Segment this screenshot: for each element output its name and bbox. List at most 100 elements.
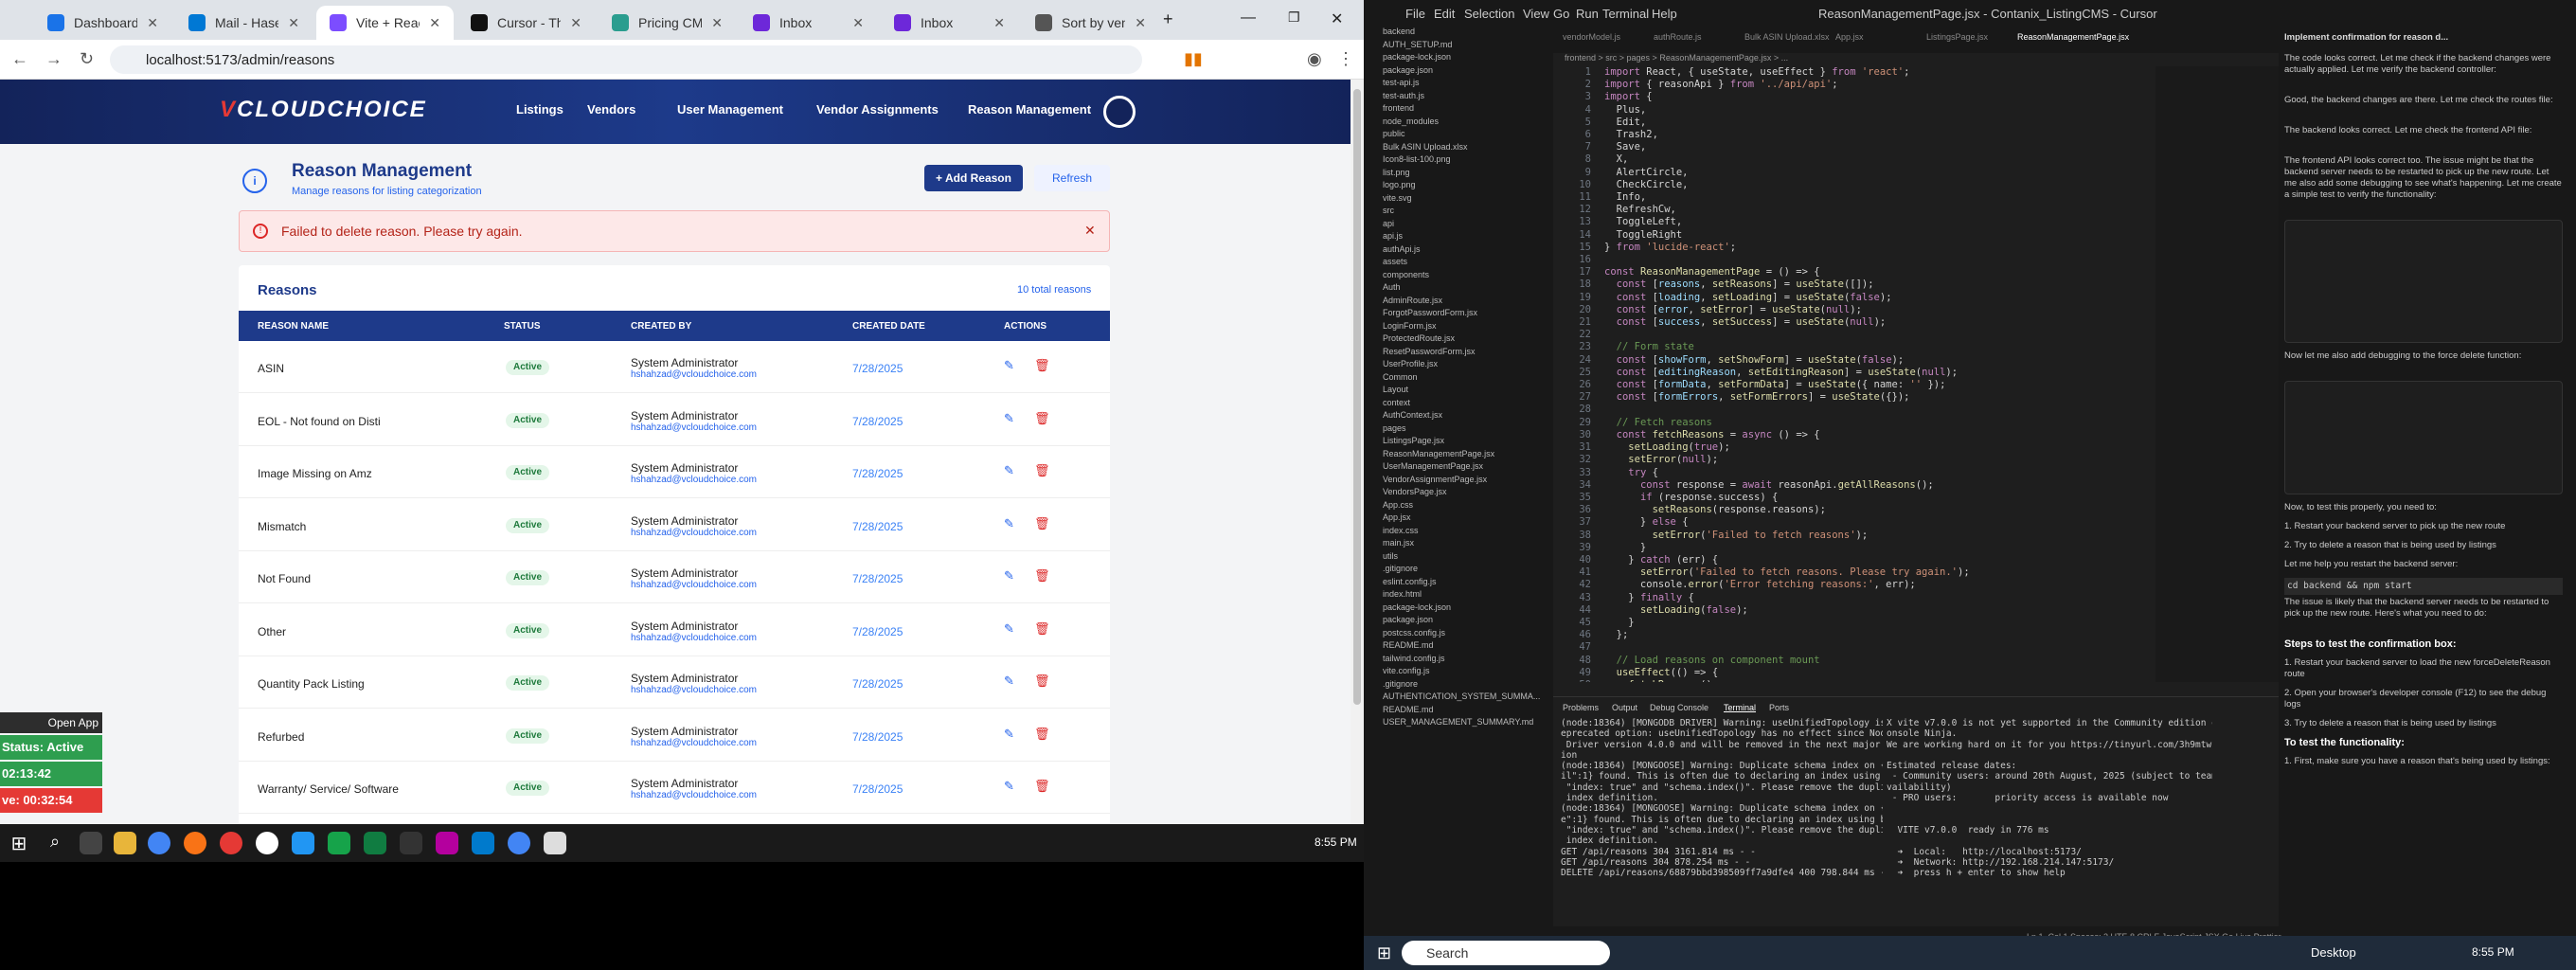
explorer-item[interactable]: eslint.config.js [1364,577,1553,590]
app-icon[interactable] [184,832,206,854]
explorer-item[interactable]: frontend [1364,103,1553,117]
vscode-icon[interactable] [472,832,494,854]
tab-cursor[interactable]: Cursor - The A✕ [457,6,595,40]
explorer-item[interactable]: VendorAssignmentPage.jsx [1364,475,1553,488]
explorer-item[interactable]: App.css [1364,500,1553,513]
reload-button[interactable]: ↻ [80,49,94,69]
explorer-item[interactable]: README.md [1364,705,1553,718]
tab-mail[interactable]: Mail - Haseeb✕ [175,6,313,40]
search-icon[interactable]: ⌕ [44,832,66,854]
app-icon[interactable] [256,832,278,854]
editor-tab[interactable]: App.jsx [1835,32,1864,42]
app-icon[interactable] [544,832,566,854]
delete-icon[interactable]: 🗑 [1034,674,1050,689]
explorer-item[interactable]: AdminRoute.jsx [1364,296,1553,309]
excel-icon[interactable] [364,832,386,854]
close-icon[interactable]: ✕ [993,15,1005,31]
edit-icon[interactable]: ✎ [1004,463,1014,478]
taskbar-search[interactable]: Search [1402,941,1610,965]
app-icon[interactable] [436,832,458,854]
refresh-button[interactable]: Refresh [1034,165,1110,191]
explorer-item[interactable]: main.jsx [1364,538,1553,551]
explorer-item[interactable]: utils [1364,551,1553,565]
menu-run[interactable]: Run [1576,7,1599,21]
menu-go[interactable]: Go [1553,7,1569,21]
menu-selection[interactable]: Selection [1464,7,1514,21]
code-diff-box[interactable] [2284,381,2563,494]
explorer-item[interactable]: package-lock.json [1364,602,1553,616]
explorer-item[interactable]: api.js [1364,231,1553,244]
explorer-item[interactable]: AuthContext.jsx [1364,410,1553,423]
explorer-item[interactable]: test-api.js [1364,78,1553,91]
forward-button[interactable]: → [45,49,63,69]
explorer-item[interactable]: ListingsPage.jsx [1364,436,1553,449]
edit-icon[interactable]: ✎ [1004,568,1014,584]
explorer-item[interactable]: tailwind.config.js [1364,654,1553,667]
explorer-item[interactable]: VendorsPage.jsx [1364,487,1553,500]
nav-vendors[interactable]: Vendors [587,102,635,117]
tab-ports[interactable]: Ports [1769,703,1789,712]
explorer-item[interactable]: logo.png [1364,180,1553,193]
add-reason-button[interactable]: + Add Reason [924,165,1023,191]
tab-dashboard[interactable]: Dashboard ✕ [34,6,171,40]
tab-debug-console[interactable]: Debug Console [1650,703,1708,712]
code-editor[interactable]: 1 import React, { useState, useEffect } f… [1553,66,2156,682]
minimap[interactable] [2156,66,2279,682]
explorer-item[interactable]: test-auth.js [1364,91,1553,104]
tab-sort[interactable]: Sort by vend✕ [1022,6,1159,40]
start-icon[interactable]: ⊞ [1377,943,1391,963]
tab-inbox-2[interactable]: Inbox ✕ [881,6,1018,40]
delete-icon[interactable]: 🗑 [1034,358,1050,373]
profile-icon[interactable]: ◉ [1307,49,1322,69]
edit-icon[interactable]: ✎ [1004,411,1014,426]
explorer-item[interactable]: Layout [1364,385,1553,398]
extension-icon[interactable]: ▮▮ [1184,49,1203,69]
edit-icon[interactable]: ✎ [1004,516,1014,531]
excel-icon[interactable] [328,832,350,854]
menu-view[interactable]: View [1523,7,1549,21]
explorer-item[interactable]: assets [1364,257,1553,270]
explorer-item[interactable]: index.html [1364,589,1553,602]
terminal-backend[interactable]: (node:18364) [MONGODB DRIVER] Warning: u… [1561,718,1883,907]
nav-reason-management[interactable]: Reason Management [968,102,1091,117]
avatar[interactable] [1103,96,1136,128]
edit-icon[interactable]: ✎ [1004,358,1014,373]
url-input[interactable]: localhost:5173/admin/reasons [110,45,1142,74]
explorer-item[interactable]: AUTHENTICATION_SYSTEM_SUMMA... [1364,692,1553,705]
explorer-item[interactable]: Bulk ASIN Upload.xlsx [1364,142,1553,155]
delete-icon[interactable]: 🗑 [1034,779,1050,794]
delete-icon[interactable]: 🗑 [1034,516,1050,531]
explorer-item[interactable]: package.json [1364,615,1553,628]
close-icon[interactable]: ✕ [711,15,723,31]
menu-file[interactable]: File [1405,7,1425,21]
explorer-item[interactable]: .gitignore [1364,679,1553,692]
explorer-item[interactable]: ReasonManagementPage.jsx [1364,449,1553,462]
explorer-item[interactable]: authApi.js [1364,244,1553,258]
app-icon[interactable] [220,832,242,854]
explorer-item[interactable]: AUTH_SETUP.md [1364,40,1553,53]
explorer-item[interactable]: USER_MANAGEMENT_SUMMARY.md [1364,717,1553,730]
tab-terminal[interactable]: Terminal [1724,703,1756,712]
explorer-item[interactable]: ProtectedRoute.jsx [1364,333,1553,347]
explorer-item[interactable]: vite.config.js [1364,666,1553,679]
nav-vendor-assignments[interactable]: Vendor Assignments [816,102,939,117]
start-icon[interactable]: ⊞ [8,832,30,854]
edit-icon[interactable]: ✎ [1004,674,1014,689]
tab-problems[interactable]: Problems [1563,703,1599,712]
explorer-item[interactable]: package.json [1364,65,1553,79]
chrome-icon[interactable] [508,832,530,854]
taskview-icon[interactable] [80,832,102,854]
delete-icon[interactable]: 🗑 [1034,621,1050,637]
explorer-item[interactable]: Common [1364,372,1553,386]
edit-icon[interactable]: ✎ [1004,621,1014,637]
explorer-item[interactable]: postcss.config.js [1364,628,1553,641]
tab-inbox[interactable]: Inbox ✕ [740,6,877,40]
explorer-item[interactable]: UserManagementPage.jsx [1364,461,1553,475]
explorer-item[interactable]: UserProfile.jsx [1364,359,1553,372]
explorer-item[interactable]: vite.svg [1364,193,1553,207]
menu-edit[interactable]: Edit [1434,7,1455,21]
delete-icon[interactable]: 🗑 [1034,568,1050,584]
explorer-item[interactable]: Icon8-list-100.png [1364,154,1553,168]
explorer-item[interactable]: .gitignore [1364,564,1553,577]
explorer-item[interactable]: ResetPasswordForm.jsx [1364,347,1553,360]
